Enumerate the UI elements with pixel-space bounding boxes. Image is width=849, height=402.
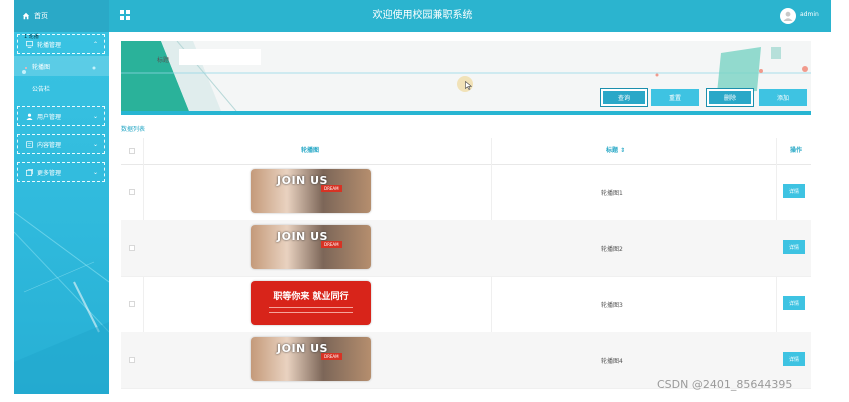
chevron-down-icon: ⌄ [92,141,98,148]
detail-button[interactable]: 详情 [783,352,805,366]
header-image: 轮播图 [301,147,320,154]
sidebar-group-label: 内容管理 [37,141,62,149]
search-banner: 标题 查询 重置 删除 添加 [121,41,811,115]
carousel-thumbnail: JOIN US DREAM [251,169,371,213]
table-row[interactable]: JOIN US DREAM 轮播图2 详情 [121,220,811,277]
sidebar-item-carousel-image[interactable]: 轮播图 [14,56,109,76]
row-checkbox[interactable] [129,189,135,195]
reset-button[interactable]: 重置 [651,89,699,106]
watermark: CSDN @2401_85644395 [657,378,793,391]
sidebar-group-label: 用户管理 [37,113,62,121]
row-title: 轮播图4 [601,358,623,365]
thumbnail-decoration [269,312,353,313]
main-content: 标题 查询 重置 删除 添加 数据列表 轮播图 标题 ⇕ 操作 JOIN US … [109,32,831,394]
chevron-up-icon: ⌃ [92,41,98,48]
sidebar-item-notice-board[interactable]: 公告栏 [14,78,109,98]
table-row[interactable]: 职等你来 就业同行 轮播图3 详情 [121,276,811,333]
add-button[interactable]: 添加 [759,89,807,106]
sidebar-group-label: 更多管理 [37,169,62,177]
chevron-down-icon: ⌄ [92,113,98,120]
detail-button[interactable]: 详情 [783,240,805,254]
thumbnail-decoration [269,307,353,308]
app-window: 首页 欢迎使用校园兼职系统 admin 1 轮播 轮播管理 ⌃ 轮播图 公告栏 … [14,0,831,394]
thumbnail-badge: DREAM [321,353,342,360]
detail-button[interactable]: 详情 [783,296,805,310]
username[interactable]: admin [800,11,819,18]
search-input[interactable] [179,49,261,65]
content-icon [26,140,33,148]
row-title: 轮播图1 [601,190,623,197]
header-actions: 操作 [790,147,803,154]
section-title: 数据列表 [121,126,146,133]
sidebar-group-carousel[interactable]: 轮播管理 ⌃ [17,34,105,54]
top-bar: 首页 欢迎使用校园兼职系统 admin [14,0,831,32]
table-row[interactable]: JOIN US DREAM 轮播图1 详情 [121,164,811,221]
thumbnail-badge: DREAM [321,185,342,192]
sidebar-item-label: 轮播图 [32,63,51,71]
more-icon [26,168,33,176]
mouse-cursor-icon [465,81,472,90]
sidebar-group-more[interactable]: 更多管理 ⌄ [17,162,105,182]
detail-button[interactable]: 详情 [783,184,805,198]
delete-button[interactable]: 删除 [707,89,753,106]
carousel-thumbnail: 职等你来 就业同行 [251,281,371,325]
app-title: 欢迎使用校园兼职系统 [372,10,473,21]
sidebar-group-label: 轮播管理 [37,41,62,49]
search-label: 标题 [157,57,170,64]
carousel-thumbnail: JOIN US DREAM [251,337,371,381]
carousel-thumbnail: JOIN US DREAM [251,225,371,269]
user-icon [26,113,33,120]
row-checkbox[interactable] [129,245,135,251]
search-button[interactable]: 查询 [601,89,647,106]
row-title: 轮播图3 [601,302,623,309]
thumbnail-badge: DREAM [321,241,342,248]
sidebar-item-label: 公告栏 [32,85,51,93]
thumbnail-text: 职等你来 就业同行 [273,292,349,302]
chevron-down-icon: ⌄ [92,169,98,176]
monitor-icon [26,40,33,48]
select-all-checkbox[interactable] [129,148,135,154]
user-avatar-icon [783,11,793,21]
header-title[interactable]: 标题 ⇕ [606,138,625,164]
row-checkbox[interactable] [129,357,135,363]
avatar[interactable] [780,8,796,24]
sidebar-group-content[interactable]: 内容管理 ⌄ [17,134,105,154]
table-header: 轮播图 标题 ⇕ 操作 [121,138,811,165]
row-title: 轮播图2 [601,246,623,253]
row-checkbox[interactable] [129,301,135,307]
sidebar-group-users[interactable]: 用户管理 ⌄ [17,106,105,126]
sidebar: 1 轮播 轮播管理 ⌃ 轮播图 公告栏 用户管理 ⌄ 内容管理 ⌄ 更多管理 ⌄ [14,32,109,394]
